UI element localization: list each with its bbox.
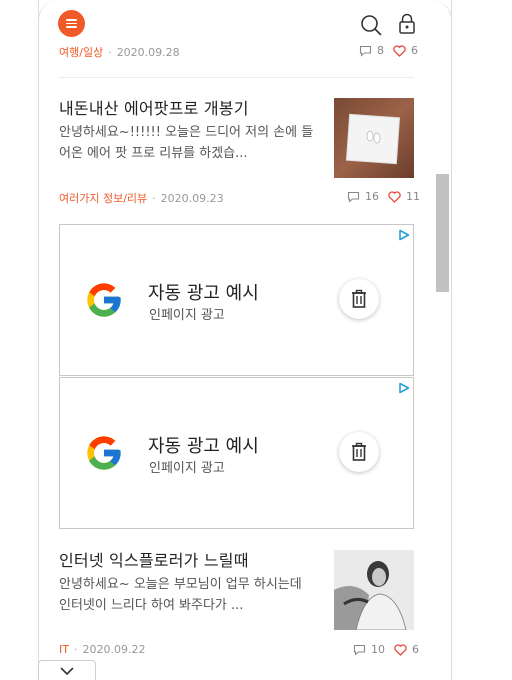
meta-separator: · [152,191,156,205]
ad-title: 자동 광고 예시 [148,436,259,457]
comment-count: 8 [377,44,384,57]
comment-count: 16 [365,190,379,203]
ad-subtitle: 인페이지 광고 [149,461,225,476]
like-count: 6 [411,44,418,57]
ad-title: 자동 광고 예시 [148,283,259,304]
post-category[interactable]: 여러가지 정보/리뷰 [59,190,147,206]
post-category[interactable]: IT [59,643,69,656]
lock-icon[interactable] [398,13,416,35]
heart-icon[interactable] [393,44,406,57]
post-date: 2020.09.22 [82,643,146,656]
like-count: 6 [412,643,419,656]
delete-ad-button[interactable] [339,279,379,319]
comment-icon [359,45,372,57]
google-logo-icon [87,283,121,317]
post-thumbnail[interactable] [334,550,414,630]
divider [59,77,414,78]
google-logo-icon [87,436,121,470]
adchoices-icon[interactable] [398,382,410,394]
adchoices-icon[interactable] [398,229,410,241]
post-excerpt[interactable]: 안녕하세요~ 오늘은 부모님이 업무 하시는데 인터넷이 느리다 하여 봐주다가… [59,574,317,616]
scrollbar-track[interactable] [434,0,450,680]
post-meta: IT · 2020.09.22 [59,643,145,656]
post-date: 2020.09.23 [160,191,224,205]
meta-separator: · [73,643,78,656]
post-counts: 16 11 [347,190,420,203]
post-title[interactable]: 인터넷 익스플로러가 느릴때 [59,547,249,571]
like-count: 11 [406,190,420,203]
post-counts: 10 6 [353,643,419,656]
post-meta: 여행/일상 · 2020.09.28 [59,44,180,60]
heart-icon[interactable] [394,643,407,656]
meta-separator: · [108,45,112,59]
delete-ad-button[interactable] [339,432,379,472]
ad-banner[interactable]: 자동 광고 예시 인페이지 광고 [59,224,414,376]
post-title[interactable]: 내돈내산 에어팟프로 개봉기 [59,95,249,119]
post-thumbnail[interactable] [334,98,414,178]
expand-toggle-button[interactable] [38,660,96,680]
ad-banner[interactable]: 자동 광고 예시 인페이지 광고 [59,377,414,529]
post-meta: 여러가지 정보/리뷰 · 2020.09.23 [59,190,224,206]
post-excerpt[interactable]: 안녕하세요~!!!!!! 오늘은 드디어 저의 손에 들어온 에어 팟 프로 리… [59,122,317,164]
post-date: 2020.09.28 [116,45,180,59]
chevron-down-icon [60,667,74,676]
comment-icon [353,644,366,656]
ad-subtitle: 인페이지 광고 [149,308,225,323]
comment-icon [347,191,360,203]
post-counts: 8 6 [359,44,418,57]
search-icon[interactable] [360,14,382,36]
header [58,10,416,38]
comment-count: 10 [371,643,385,656]
trash-icon [352,442,366,461]
hamburger-icon[interactable] [58,10,85,37]
scrollbar-thumb[interactable] [436,174,449,292]
post-category[interactable]: 여행/일상 [59,44,103,60]
trash-icon [352,289,366,308]
heart-icon[interactable] [388,190,401,203]
